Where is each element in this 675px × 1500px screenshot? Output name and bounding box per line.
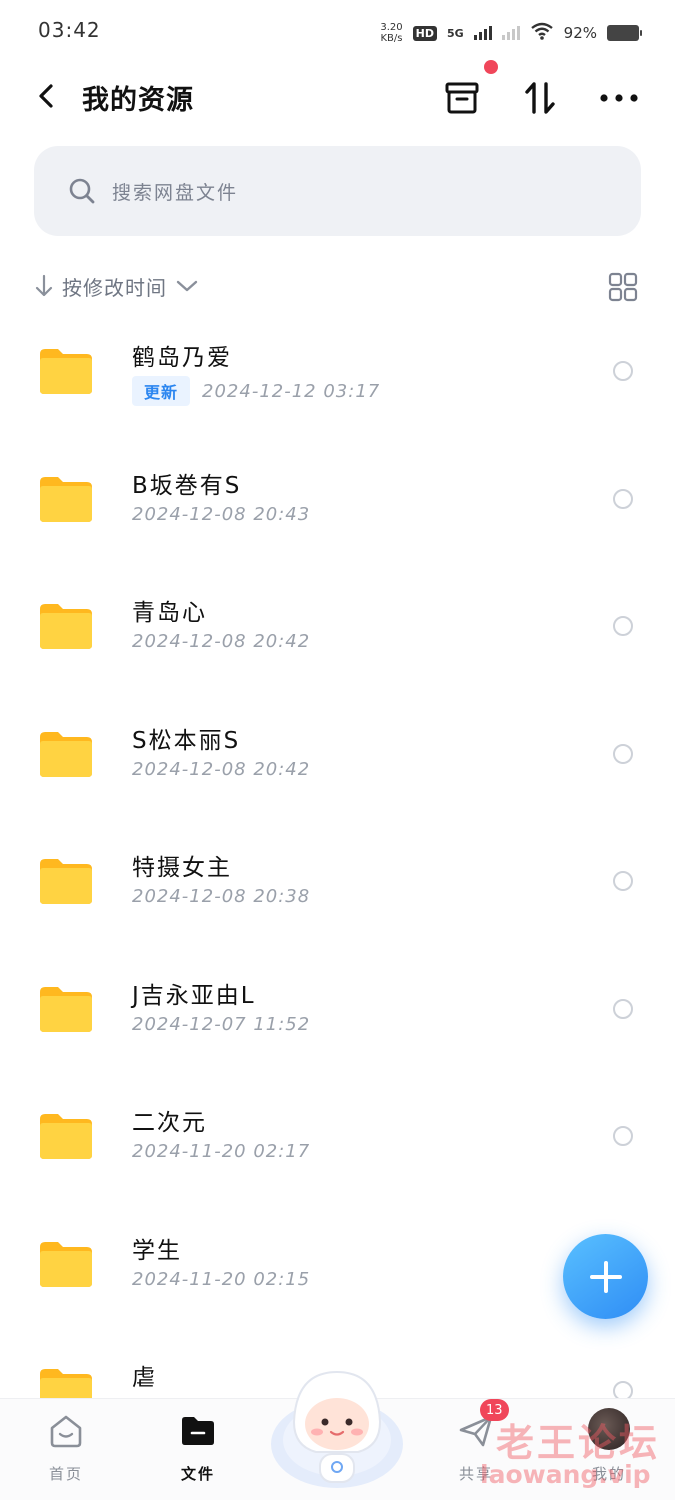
status-bar: 03:42 3.20 KB/s HD 5G 92% — [0, 0, 675, 64]
chevron-down-icon — [176, 280, 198, 292]
grid-view-toggle[interactable] — [606, 270, 640, 304]
folder-icon — [40, 1242, 92, 1287]
search-icon — [69, 178, 95, 204]
signal-icon — [473, 26, 492, 40]
grid-view-icon — [608, 272, 638, 302]
file-name: 特摄女主 — [132, 855, 232, 881]
file-name: J吉永亚由L — [132, 983, 256, 1009]
sort-selector[interactable]: 按修改时间 — [34, 266, 199, 306]
folder-icon — [40, 477, 92, 522]
file-row[interactable]: B坂巻有S 2024-12-08 20:43 — [0, 438, 675, 565]
plus-icon — [589, 1260, 622, 1293]
folder-icon — [40, 349, 92, 394]
file-date: 2024-12-08 20:42 — [132, 631, 311, 652]
file-name: S松本丽S — [132, 728, 241, 754]
file-date: 2024-11-20 02:15 — [132, 1269, 311, 1290]
file-meta: 2024-11-20 02:17 — [132, 1141, 310, 1162]
folder-icon — [40, 987, 92, 1032]
file-date: 2024-12-08 20:43 — [132, 504, 311, 525]
file-date: 2024-12-08 20:38 — [132, 886, 311, 907]
search-input[interactable]: 搜索网盘文件 — [34, 146, 641, 236]
file-name: 学生 — [132, 1238, 182, 1264]
file-date: 2024-12-12 03:17 — [202, 380, 381, 402]
file-row[interactable]: 特摄女主 2024-12-08 20:38 — [0, 820, 675, 947]
nav-home[interactable]: 首页 — [26, 1411, 106, 1484]
file-meta: 2024-11-20 02:15 — [132, 1269, 310, 1290]
file-date: 2024-12-07 11:52 — [132, 1014, 311, 1035]
page-title: 我的资源 — [82, 85, 194, 116]
file-meta: 2024-12-08 20:42 — [132, 631, 310, 652]
battery-percent: 92% — [563, 24, 597, 42]
home-icon — [50, 1415, 82, 1448]
search-placeholder: 搜索网盘文件 — [112, 181, 239, 204]
file-row[interactable]: 鹤岛乃爱更新 2024-12-12 03:17 — [0, 310, 675, 437]
add-button[interactable] — [563, 1234, 648, 1319]
file-name: 青岛心 — [132, 600, 207, 626]
select-checkbox[interactable] — [613, 489, 633, 509]
sort-label: 按修改时间 — [62, 275, 167, 300]
file-row[interactable]: 青岛心 2024-12-08 20:42 — [0, 565, 675, 692]
folder-icon — [40, 859, 92, 904]
battery-icon — [607, 25, 642, 41]
select-checkbox[interactable] — [613, 744, 633, 764]
folder-icon — [40, 604, 92, 649]
select-checkbox[interactable] — [613, 616, 633, 636]
wifi-icon — [530, 22, 554, 44]
file-row[interactable]: S松本丽S 2024-12-08 20:42 — [0, 693, 675, 820]
hd-icon: HD — [412, 25, 437, 41]
file-row[interactable]: 二次元 2024-11-20 02:17 — [0, 1075, 675, 1202]
status-time: 03:42 — [38, 18, 101, 42]
sort-button[interactable] — [518, 76, 562, 120]
network-type: 5G — [446, 26, 464, 40]
file-meta: 2024-12-07 11:52 — [132, 1014, 310, 1035]
archive-button[interactable] — [440, 76, 484, 120]
select-checkbox[interactable] — [613, 1126, 633, 1146]
mascot-assistant-button[interactable] — [268, 1362, 406, 1494]
nav-home-label: 首页 — [48, 1465, 83, 1483]
file-meta: 更新 2024-12-12 03:17 — [132, 376, 380, 406]
file-name: 二次元 — [132, 1110, 207, 1136]
nav-files[interactable]: 文件 — [158, 1411, 238, 1484]
nav-files-label: 文件 — [180, 1465, 215, 1483]
share-badge: 13 — [480, 1399, 509, 1421]
select-checkbox[interactable] — [613, 361, 633, 381]
select-checkbox[interactable] — [613, 999, 633, 1019]
nav-share[interactable]: 13 共享 — [436, 1399, 516, 1484]
file-name: 虐 — [132, 1365, 157, 1391]
app-header: 我的资源 — [0, 64, 675, 130]
file-meta: 2024-12-08 20:42 — [132, 759, 310, 780]
status-indicators: 3.20 KB/s HD 5G 92% — [380, 18, 642, 48]
net-speed-value: 3.20 — [380, 22, 403, 33]
folder-icon — [40, 1114, 92, 1159]
net-speed: 3.20 KB/s — [380, 22, 402, 44]
file-name: 鹤岛乃爱 — [132, 345, 232, 371]
file-date: 2024-12-08 20:42 — [132, 759, 311, 780]
nav-mine-label: 我的 — [591, 1465, 626, 1483]
file-meta: 2024-12-08 20:43 — [132, 504, 310, 525]
back-arrow-icon — [39, 84, 53, 108]
notification-dot — [484, 60, 498, 74]
file-date: 2024-11-20 02:17 — [132, 1141, 311, 1162]
nav-share-label: 共享 — [458, 1465, 493, 1483]
archive-box-icon — [445, 82, 479, 114]
sort-arrows-icon — [525, 82, 555, 114]
file-name: B坂巻有S — [132, 473, 242, 499]
arrow-down-icon — [35, 274, 53, 297]
back-button[interactable] — [28, 78, 64, 114]
folder-icon — [40, 732, 92, 777]
file-row[interactable]: J吉永亚由L 2024-12-07 11:52 — [0, 948, 675, 1075]
update-badge: 更新 — [132, 376, 191, 406]
more-dots-icon — [600, 94, 638, 102]
select-checkbox[interactable] — [613, 871, 633, 891]
avatar[interactable] — [588, 1408, 630, 1450]
net-speed-unit: KB/s — [380, 33, 403, 44]
file-folder-icon — [182, 1417, 214, 1445]
more-button[interactable] — [597, 76, 641, 120]
file-meta: 2024-12-08 20:38 — [132, 886, 310, 907]
signal-secondary-icon — [501, 26, 520, 40]
